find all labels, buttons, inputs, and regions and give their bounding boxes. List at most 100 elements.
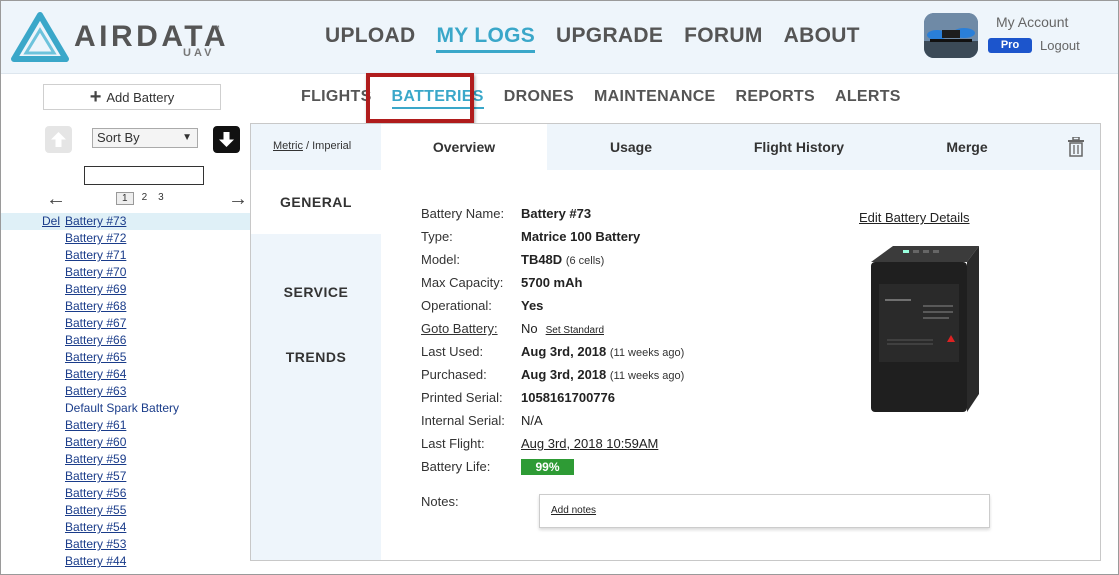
battery-link[interactable]: Battery #67 — [65, 315, 126, 332]
purchased-value-wrap: Aug 3rd, 2018 (11 weeks ago) — [521, 363, 684, 388]
tab-reports[interactable]: REPORTS — [736, 87, 815, 109]
list-item[interactable]: Battery #44 — [0, 553, 250, 570]
list-item[interactable]: Del Battery #73 — [0, 213, 250, 230]
list-item[interactable]: Battery #70 — [0, 264, 250, 281]
prev-page-arrow-icon[interactable]: ← — [46, 188, 66, 211]
tab-flights[interactable]: FLIGHTS — [301, 87, 372, 109]
battery-link[interactable]: Battery #72 — [65, 230, 126, 247]
nav-about[interactable]: ABOUT — [784, 22, 860, 53]
logout-link[interactable]: Logout — [1040, 38, 1080, 53]
list-item[interactable]: Battery #54 — [0, 519, 250, 536]
battery-link[interactable]: Battery #53 — [65, 536, 126, 553]
list-item[interactable]: Battery #66 — [0, 332, 250, 349]
goto-battery-link[interactable]: Goto Battery: — [421, 317, 498, 340]
battery-link[interactable]: Battery #59 — [65, 451, 126, 468]
tab-merge[interactable]: Merge — [883, 124, 1051, 170]
tab-maintenance[interactable]: MAINTENANCE — [594, 87, 716, 109]
add-battery-button[interactable]: + Add Battery — [43, 84, 221, 110]
plus-icon: + — [89, 86, 102, 108]
tab-overview[interactable]: Overview — [381, 124, 547, 170]
sort-descending-button[interactable] — [213, 126, 240, 153]
detail-side-tabs: GENERAL SERVICE TRENDS — [251, 170, 381, 560]
arrow-up-icon — [51, 132, 66, 147]
list-item[interactable]: Battery #61 — [0, 417, 250, 434]
purchased-label: Purchased: — [421, 367, 487, 382]
sort-ascending-button[interactable] — [45, 126, 72, 153]
airdata-logo-icon[interactable] — [10, 12, 70, 62]
next-page-arrow-icon[interactable]: → — [228, 188, 248, 211]
battery-link[interactable]: Battery #71 — [65, 247, 126, 264]
tab-flight-history[interactable]: Flight History — [715, 124, 883, 170]
arrow-down-icon — [219, 132, 234, 147]
sort-by-select[interactable]: Sort By ▼ — [92, 128, 198, 148]
list-item[interactable]: Battery #59 — [0, 451, 250, 468]
battery-search-input[interactable] — [84, 166, 204, 185]
goto-battery-value: No — [521, 321, 538, 336]
printed-serial-value: 1058161700776 — [521, 390, 615, 405]
my-account-link[interactable]: My Account — [996, 14, 1068, 30]
tab-drones[interactable]: DRONES — [504, 87, 574, 109]
unit-toggle: Metric / Imperial — [273, 140, 351, 152]
operational-label: Operational: — [421, 298, 492, 313]
nav-upload[interactable]: UPLOAD — [325, 22, 415, 53]
add-notes-link[interactable]: Add notes — [551, 505, 596, 516]
battery-link[interactable]: Battery #64 — [65, 366, 126, 383]
battery-link[interactable]: Default Spark Battery — [65, 400, 179, 417]
battery-link[interactable]: Battery #73 — [65, 213, 126, 230]
side-tab-trends[interactable]: TRENDS — [251, 346, 381, 410]
battery-link[interactable]: Battery #56 — [65, 485, 126, 502]
avatar-drone-image — [924, 13, 978, 58]
battery-name-value: Battery #73 — [521, 206, 592, 221]
edit-battery-details-link[interactable]: Edit Battery Details — [859, 210, 970, 225]
battery-link[interactable]: Battery #55 — [65, 502, 126, 519]
battery-link[interactable]: Battery #57 — [65, 468, 126, 485]
list-item[interactable]: Default Spark Battery — [0, 400, 250, 417]
battery-link[interactable]: Battery #54 — [65, 519, 126, 536]
list-item[interactable]: Battery #55 — [0, 502, 250, 519]
battery-link[interactable]: Battery #60 — [65, 434, 126, 451]
battery-link[interactable]: Battery #69 — [65, 281, 126, 298]
page-1[interactable]: 1 — [116, 192, 134, 205]
metric-link[interactable]: Metric — [273, 140, 303, 152]
list-item[interactable]: Battery #72 — [0, 230, 250, 247]
model-label: Model: — [421, 252, 461, 267]
last-flight-link[interactable]: Aug 3rd, 2018 10:59AM — [521, 432, 658, 455]
avatar[interactable] — [924, 13, 978, 58]
battery-link[interactable]: Battery #61 — [65, 417, 126, 434]
side-tab-service[interactable]: SERVICE — [251, 281, 381, 345]
list-item[interactable]: Battery #63 — [0, 383, 250, 400]
list-item[interactable]: Battery #65 — [0, 349, 250, 366]
battery-link[interactable]: Battery #66 — [65, 332, 126, 349]
battery-link[interactable]: Battery #44 — [65, 553, 126, 570]
battery-name-label: Battery Name: — [421, 206, 505, 221]
side-tab-general[interactable]: GENERAL — [251, 170, 381, 234]
list-item[interactable]: Battery #57 — [0, 468, 250, 485]
battery-link[interactable]: Battery #68 — [65, 298, 126, 315]
list-item[interactable]: Battery #64 — [0, 366, 250, 383]
delete-battery-link[interactable]: Del — [42, 213, 60, 230]
list-item[interactable]: Battery #67 — [0, 315, 250, 332]
page-3[interactable]: 3 — [158, 192, 164, 205]
set-standard-link[interactable]: Set Standard — [546, 325, 604, 336]
trash-icon[interactable] — [1067, 137, 1085, 157]
battery-link[interactable]: Battery #63 — [65, 383, 126, 400]
tab-alerts[interactable]: ALERTS — [835, 87, 901, 109]
list-item[interactable]: Battery #68 — [0, 298, 250, 315]
list-item[interactable]: Battery #53 — [0, 536, 250, 553]
list-item[interactable]: Battery #60 — [0, 434, 250, 451]
nav-forum[interactable]: FORUM — [684, 22, 763, 53]
nav-my-logs[interactable]: MY LOGS — [436, 22, 536, 53]
top-header: AIRDATA ™ UAV UPLOAD MY LOGS UPGRADE FOR… — [0, 0, 1119, 74]
list-item[interactable]: Battery #69 — [0, 281, 250, 298]
imperial-link[interactable]: Imperial — [312, 140, 351, 152]
page-2[interactable]: 2 — [142, 192, 148, 205]
tab-usage[interactable]: Usage — [547, 124, 715, 170]
last-flight-label: Last Flight: — [421, 436, 485, 451]
notes-box[interactable]: Add notes — [539, 494, 990, 528]
nav-upgrade[interactable]: UPGRADE — [556, 22, 663, 53]
list-item[interactable]: Battery #71 — [0, 247, 250, 264]
internal-serial-label: Internal Serial: — [421, 413, 505, 428]
battery-link[interactable]: Battery #65 — [65, 349, 126, 366]
list-item[interactable]: Battery #56 — [0, 485, 250, 502]
battery-link[interactable]: Battery #70 — [65, 264, 126, 281]
